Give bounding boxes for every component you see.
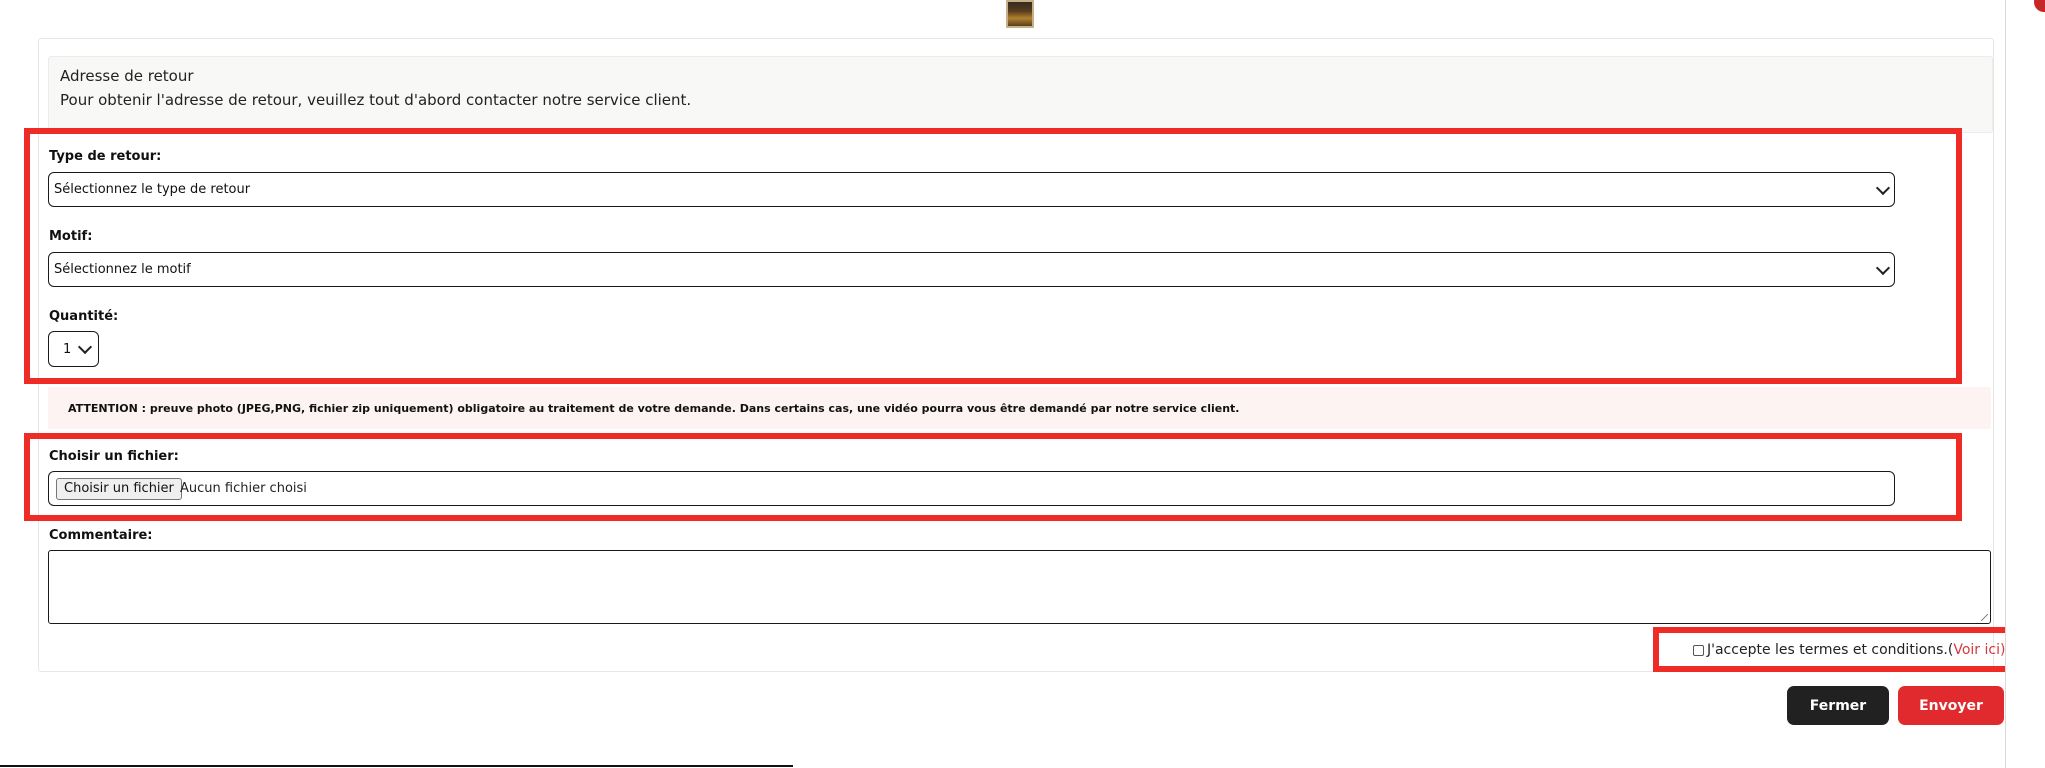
annotation-highlight-terms — [1653, 627, 2027, 672]
return-request-modal: Adresse de retour Pour obtenir l'adresse… — [0, 0, 2027, 768]
close-icon[interactable] — [2034, 0, 2045, 12]
page: Adresse de retour Pour obtenir l'adresse… — [0, 0, 2045, 768]
product-thumbnail — [1006, 0, 1034, 28]
annotation-highlight-file-upload — [24, 433, 1962, 521]
comment-textarea[interactable] — [48, 550, 1991, 624]
return-address-title: Adresse de retour — [60, 67, 194, 85]
annotation-highlight-form-fields — [24, 128, 1962, 384]
return-address-box: Adresse de retour Pour obtenir l'adresse… — [48, 56, 1993, 133]
attention-text: ATTENTION : preuve photo (JPEG,PNG, fich… — [68, 402, 1240, 415]
send-button[interactable]: Envoyer — [1898, 686, 2004, 725]
resize-grip-icon[interactable] — [1981, 614, 1988, 621]
comment-label: Commentaire: — [49, 528, 153, 543]
page-divider — [0, 765, 793, 767]
close-button[interactable]: Fermer — [1787, 686, 1889, 725]
right-scrollbar-area — [2005, 0, 2045, 768]
attention-notice: ATTENTION : preuve photo (JPEG,PNG, fich… — [48, 387, 1991, 429]
return-address-text: Pour obtenir l'adresse de retour, veuill… — [60, 91, 692, 109]
